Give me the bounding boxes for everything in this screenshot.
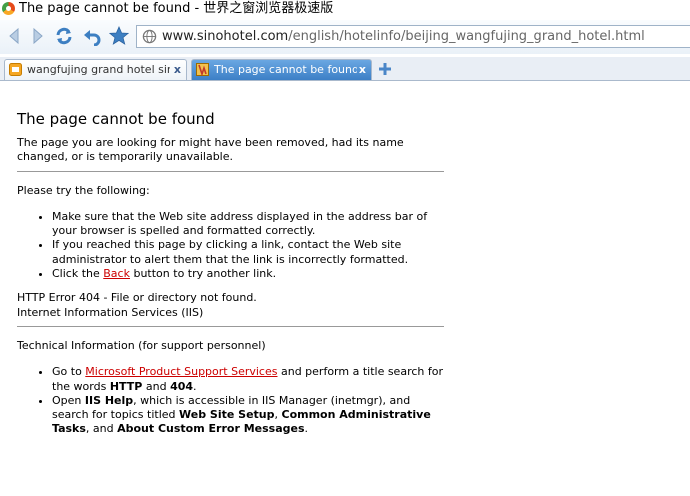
url-path: /english/hotelinfo/beijing_wangfujing_gr… [288, 29, 645, 44]
address-url[interactable]: www.sinohotel.com/english/hotelinfo/beij… [162, 28, 645, 45]
try-label: Please try the following: [17, 183, 150, 197]
tab-label: The page cannot be found [214, 63, 357, 76]
list-item: Open IIS Help, which is accessible in II… [52, 394, 447, 437]
list-item: Go to Microsoft Product Support Services… [52, 365, 447, 394]
tab-wangfujing-hotel[interactable]: wangfujing grand hotel sinohotel x [4, 59, 187, 80]
tab-close-button[interactable]: x [174, 63, 181, 76]
tab-strip: wangfujing grand hotel sinohotel x The p… [0, 57, 690, 81]
browser-logo-icon [2, 2, 15, 15]
back-arrow-icon[interactable] [5, 26, 25, 46]
favorites-star-icon[interactable] [109, 26, 129, 46]
error-code-text: HTTP Error 404 - File or directory not f… [17, 291, 257, 305]
new-tab-plus-icon[interactable] [377, 61, 393, 77]
back-link[interactable]: Back [103, 267, 130, 280]
address-bar[interactable]: www.sinohotel.com/english/hotelinfo/beij… [136, 25, 690, 48]
url-host: www.sinohotel.com [162, 29, 289, 44]
window-titlebar: The page cannot be found - 世界之窗浏览器极速版 [0, 0, 690, 18]
support-services-link[interactable]: Microsoft Product Support Services [85, 365, 277, 378]
divider [17, 170, 444, 172]
list-item: If you reached this page by clicking a l… [52, 238, 447, 267]
list-item: Click the Back button to try another lin… [52, 267, 447, 281]
suggestions-list: Make sure that the Web site address disp… [17, 210, 447, 281]
tech-info-list: Go to Microsoft Product Support Services… [17, 365, 447, 436]
tab-close-button[interactable]: x [359, 63, 366, 76]
hotel-favicon-icon [9, 63, 22, 76]
tech-info-label: Technical Information (for support perso… [17, 338, 266, 352]
divider [17, 325, 444, 327]
undo-close-tab-icon[interactable] [82, 26, 102, 46]
navigation-toolbar: www.sinohotel.com/english/hotelinfo/beij… [0, 20, 690, 54]
tab-label: wangfujing grand hotel sinohotel [27, 63, 170, 76]
window-title: The page cannot be found - 世界之窗浏览器极速版 [19, 1, 334, 16]
server-name-text: Internet Information Services (IIS) [17, 305, 204, 319]
tab-page-not-found[interactable]: The page cannot be found x [191, 59, 372, 80]
iis-favicon-icon [196, 63, 209, 76]
error-page-content: The page cannot be found The page you ar… [17, 96, 447, 447]
forward-arrow-icon[interactable] [27, 26, 47, 46]
page-globe-icon [142, 29, 157, 44]
list-item: Make sure that the Web site address disp… [52, 210, 447, 239]
intro-text: The page you are looking for might have … [17, 136, 404, 164]
page-heading: The page cannot be found [17, 110, 215, 128]
refresh-icon[interactable] [54, 26, 74, 46]
